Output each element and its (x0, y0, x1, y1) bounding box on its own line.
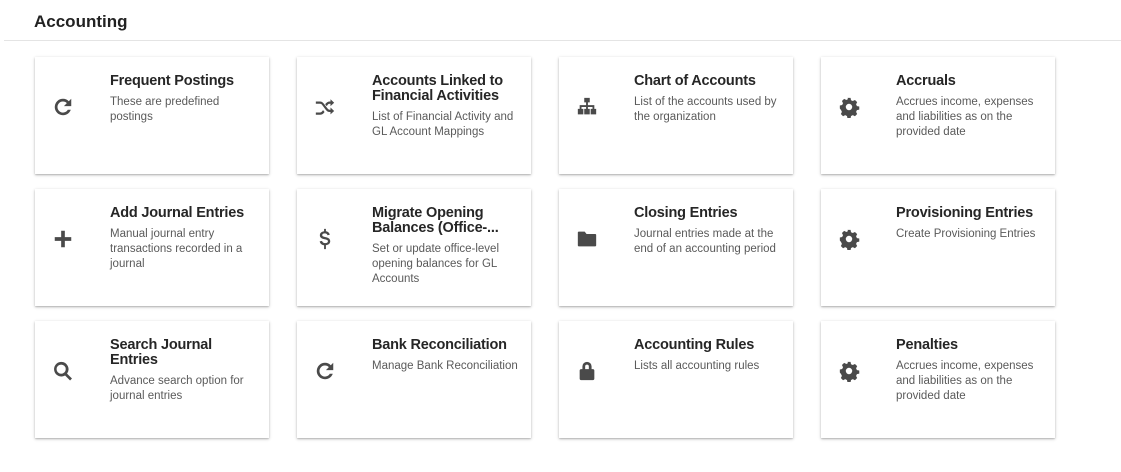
card-description: These are predefined postings (110, 96, 220, 123)
card-title: Accruals (896, 73, 956, 89)
sitemap-icon (575, 95, 599, 119)
card-title: Provisioning Entries (896, 205, 1033, 221)
card-text: Bank Reconciliation Manage Bank Reconcili… (372, 338, 521, 374)
card-bank-reconciliation[interactable]: Bank Reconciliation Manage Bank Reconcili… (297, 321, 531, 438)
gear-icon (837, 95, 861, 119)
card-accounting-rules[interactable]: Accounting Rules Lists all accounting rul… (559, 321, 793, 438)
card-description: List of the accounts used by the organiz… (634, 96, 777, 123)
card-description: Accrues income, expenses and liabilities… (896, 96, 1034, 138)
card-add-journal-entries[interactable]: Add Journal Entries Manual journal entry … (35, 189, 269, 306)
card-description: Create Provisioning Entries (896, 228, 1036, 240)
dollar-icon (313, 227, 337, 251)
card-title: Accounts Linked to Financial Activities (372, 73, 503, 104)
card-description: List of Financial Activity and GL Accoun… (372, 111, 514, 138)
card-accruals[interactable]: Accruals Accrues income, expenses and lia… (821, 57, 1055, 174)
search-icon (51, 359, 75, 383)
card-description: Manual journal entry transactions record… (110, 228, 243, 270)
card-provisioning-entries[interactable]: Provisioning Entries Create Provisioning … (821, 189, 1055, 306)
card-chart-of-accounts[interactable]: Chart of Accounts List of the accounts us… (559, 57, 793, 174)
card-text: Accruals Accrues income, expenses and lia… (896, 74, 1045, 140)
header-divider (4, 40, 1121, 41)
card-title: Search Journal Entries (110, 337, 212, 368)
card-text: Chart of Accounts List of the accounts us… (634, 74, 783, 125)
plus-icon (51, 227, 75, 251)
card-text: Closing Entries Journal entries made at t… (634, 206, 783, 257)
card-title: Penalties (896, 337, 958, 353)
refresh-icon (313, 359, 337, 383)
card-text: Provisioning Entries Create Provisioning … (896, 206, 1045, 242)
card-title: Accounting Rules (634, 337, 755, 353)
card-search-journal-entries[interactable]: Search Journal Entries Advance search opt… (35, 321, 269, 438)
card-closing-entries[interactable]: Closing Entries Journal entries made at t… (559, 189, 793, 306)
card-description: Journal entries made at the end of an ac… (634, 228, 776, 255)
refresh-icon (51, 95, 75, 119)
gear-icon (837, 227, 861, 251)
card-text: Migrate Opening Balances (Office-... Set … (372, 206, 521, 287)
folder-icon (575, 227, 599, 251)
accounting-card-grid: Frequent Postings These are predefined po… (35, 57, 1055, 438)
card-text: Penalties Accrues income, expenses and li… (896, 338, 1045, 404)
card-text: Accounts Linked to Financial Activities L… (372, 74, 521, 140)
card-penalties[interactable]: Penalties Accrues income, expenses and li… (821, 321, 1055, 438)
card-description: Set or update office-level opening balan… (372, 243, 500, 285)
gear-icon (837, 359, 861, 383)
page-title: Accounting (34, 12, 128, 31)
shuffle-icon (313, 95, 337, 119)
card-description: Manage Bank Reconciliation (372, 360, 518, 372)
card-frequent-postings[interactable]: Frequent Postings These are predefined po… (35, 57, 269, 174)
card-migrate-opening-balances[interactable]: Migrate Opening Balances (Office-... Set … (297, 189, 531, 306)
card-accounts-linked[interactable]: Accounts Linked to Financial Activities L… (297, 57, 531, 174)
card-title: Bank Reconciliation (372, 337, 507, 353)
card-text: Frequent Postings These are predefined po… (110, 74, 259, 125)
card-text: Search Journal Entries Advance search opt… (110, 338, 259, 404)
card-title: Frequent Postings (110, 73, 234, 89)
card-description: Lists all accounting rules (634, 360, 760, 372)
card-text: Accounting Rules Lists all accounting rul… (634, 338, 783, 374)
card-title: Add Journal Entries (110, 205, 244, 221)
card-title: Chart of Accounts (634, 73, 756, 89)
card-title: Closing Entries (634, 205, 738, 221)
lock-icon (575, 359, 599, 383)
card-description: Accrues income, expenses and liabilities… (896, 360, 1034, 402)
card-title: Migrate Opening Balances (Office-... (372, 205, 499, 236)
card-description: Advance search option for journal entrie… (110, 375, 244, 402)
card-text: Add Journal Entries Manual journal entry … (110, 206, 259, 272)
